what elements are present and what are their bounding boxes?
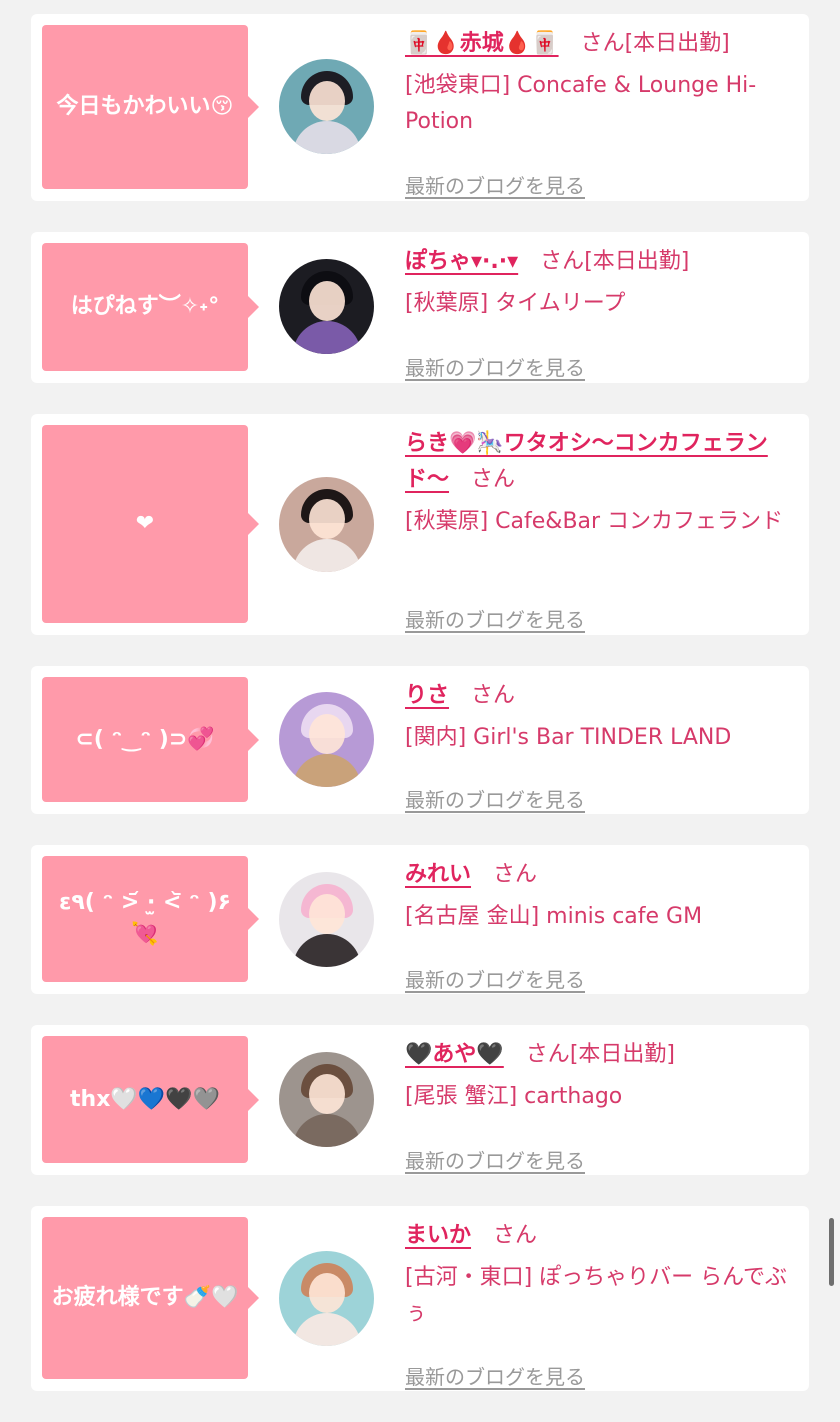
latest-blog-link[interactable]: 最新のブログを見る: [405, 962, 585, 998]
scrollbar[interactable]: [829, 1218, 834, 1286]
avatar-face: [309, 1074, 345, 1114]
girl-info: ぽちゃ▾·.·▾ さん[本日出勤] [秋葉原] タイムリープ 最新のブログを見る: [405, 244, 801, 380]
comment-bubble: ε٩( ᵔ >᷄ ·̫ <᷅ ᵔ )۶ 💘: [42, 856, 259, 982]
girl-info: 🖤あや🖤 さん[本日出勤] [尾張 蟹江] carthago 最新のブログを見る: [405, 1037, 801, 1173]
girl-info: らき💗🎠ワタオシ〜コンカフェランド〜 さん [秋葉原] Cafe&Bar コンカフ…: [405, 426, 801, 632]
avatar-body: [293, 1114, 361, 1147]
list-item: 今日もかわいい😚 🀄🩸赤城🩸🀄 さん[本日出勤] [池袋東口] Concafe &…: [31, 14, 809, 201]
comment-text: 今日もかわいい😚: [56, 94, 234, 119]
honorific: さん: [540, 249, 585, 274]
avatar[interactable]: [279, 1052, 374, 1147]
comment-text: thx🤍💙🖤🩶: [70, 1086, 220, 1112]
list-item: ε٩( ᵔ >᷄ ·̫ <᷅ ᵔ )۶ 💘 みれい さん [名古屋 金山] min…: [31, 845, 809, 994]
avatar-body: [293, 1313, 361, 1346]
list-item: ⊂( ᵔ‿ᵔ )⊃💞 りさ さん [関内] Girl's Bar TINDER L…: [31, 666, 809, 814]
honorific: さん: [471, 683, 516, 708]
shop-name: [尾張 蟹江] carthago: [405, 1084, 623, 1109]
girl-name-link[interactable]: ぽちゃ▾·.·▾: [405, 249, 518, 274]
honorific: さん: [471, 467, 516, 492]
avatar[interactable]: [279, 872, 374, 967]
avatar-face: [309, 1273, 345, 1313]
avatar[interactable]: [279, 1251, 374, 1346]
status-badge: [本日出勤]: [584, 249, 690, 274]
honorific: さん: [525, 1042, 570, 1067]
avatar-body: [293, 539, 361, 572]
girl-name-link[interactable]: まいか: [405, 1223, 471, 1248]
avatar-face: [309, 714, 345, 754]
shop-name: [関内] Girl's Bar TINDER LAND: [405, 725, 732, 750]
comment-bubble: はぴねす︶✧˖°: [42, 243, 259, 371]
name-line: らき💗🎠ワタオシ〜コンカフェランド〜 さん: [405, 426, 801, 498]
latest-blog-link[interactable]: 最新のブログを見る: [405, 1143, 585, 1179]
avatar-body: [293, 934, 361, 967]
list-item: お疲れ様です🍼🤍 まいか さん [古河・東口] ぽっちゃりバー らんでぶぅ 最新の…: [31, 1206, 809, 1391]
avatar-body: [293, 321, 361, 354]
girl-name-link[interactable]: 🀄🩸赤城🩸🀄: [405, 31, 559, 56]
comment-text: はぴねす︶✧˖°: [70, 294, 220, 319]
comment-bubble: 今日もかわいい😚: [42, 25, 259, 189]
shop-name: [池袋東口] Concafe & Lounge Hi-Potion: [405, 73, 757, 134]
comment-text: お疲れ様です🍼🤍: [51, 1285, 239, 1310]
girl-info: まいか さん [古河・東口] ぽっちゃりバー らんでぶぅ 最新のブログを見る: [405, 1218, 801, 1389]
avatar-face: [309, 499, 345, 539]
comment-text: ⊂( ᵔ‿ᵔ )⊃💞: [75, 726, 215, 752]
list-item: ❤ らき💗🎠ワタオシ〜コンカフェランド〜 さん [秋葉原] Cafe&Bar コン…: [31, 414, 809, 635]
girl-name-link[interactable]: 🖤あや🖤: [405, 1042, 504, 1067]
comment-bubble: ❤: [42, 425, 259, 623]
shop-name: [古河・東口] ぽっちゃりバー らんでぶぅ: [405, 1265, 788, 1326]
latest-blog-link[interactable]: 最新のブログを見る: [405, 350, 585, 386]
shop-name: [秋葉原] Cafe&Bar コンカフェランド: [405, 509, 784, 534]
girl-info: みれい さん [名古屋 金山] minis cafe GM 最新のブログを見る: [405, 857, 801, 992]
avatar[interactable]: [279, 59, 374, 154]
avatar[interactable]: [279, 692, 374, 787]
shop-name: [秋葉原] タイムリープ: [405, 291, 626, 316]
comment-bubble: ⊂( ᵔ‿ᵔ )⊃💞: [42, 677, 259, 802]
latest-blog-link[interactable]: 最新のブログを見る: [405, 168, 585, 204]
latest-blog-link[interactable]: 最新のブログを見る: [405, 782, 585, 818]
name-line: みれい さん: [405, 857, 801, 893]
comment-text: ε٩( ᵔ >᷄ ·̫ <᷅ ᵔ )۶ 💘: [59, 890, 231, 947]
comment-text: ❤: [135, 511, 155, 536]
honorific: さん: [493, 862, 538, 887]
avatar-face: [309, 894, 345, 934]
latest-blog-link[interactable]: 最新のブログを見る: [405, 1359, 585, 1395]
status-badge: [本日出勤]: [624, 31, 730, 56]
latest-blog-link[interactable]: 最新のブログを見る: [405, 602, 585, 638]
name-line: まいか さん: [405, 1218, 801, 1254]
avatar-body: [293, 121, 361, 154]
girl-info: りさ さん [関内] Girl's Bar TINDER LAND 最新のブログを…: [405, 678, 801, 812]
avatar-body: [293, 754, 361, 787]
comment-bubble: お疲れ様です🍼🤍: [42, 1217, 259, 1379]
list-item: はぴねす︶✧˖° ぽちゃ▾·.·▾ さん[本日出勤] [秋葉原] タイムリープ 最…: [31, 232, 809, 383]
name-line: 🀄🩸赤城🩸🀄 さん[本日出勤]: [405, 26, 801, 62]
girl-name-link[interactable]: みれい: [405, 862, 471, 887]
name-line: ぽちゃ▾·.·▾ さん[本日出勤]: [405, 244, 801, 280]
list-item: thx🤍💙🖤🩶 🖤あや🖤 さん[本日出勤] [尾張 蟹江] carthago 最新…: [31, 1025, 809, 1175]
status-badge: [本日出勤]: [569, 1042, 675, 1067]
girl-info: 🀄🩸赤城🩸🀄 さん[本日出勤] [池袋東口] Concafe & Lounge H…: [405, 26, 801, 198]
shop-name: [名古屋 金山] minis cafe GM: [405, 904, 703, 929]
girl-list: 今日もかわいい😚 🀄🩸赤城🩸🀄 さん[本日出勤] [池袋東口] Concafe &…: [0, 0, 840, 1422]
comment-bubble: thx🤍💙🖤🩶: [42, 1036, 259, 1163]
name-line: 🖤あや🖤 さん[本日出勤]: [405, 1037, 801, 1073]
honorific: さん: [493, 1223, 538, 1248]
avatar[interactable]: [279, 477, 374, 572]
avatar-face: [309, 281, 345, 321]
honorific: さん: [580, 31, 625, 56]
avatar[interactable]: [279, 259, 374, 354]
girl-name-link[interactable]: りさ: [405, 683, 449, 708]
name-line: りさ さん: [405, 678, 801, 714]
girl-name-link[interactable]: らき💗🎠ワタオシ〜コンカフェランド〜: [405, 431, 768, 492]
avatar-face: [309, 81, 345, 121]
